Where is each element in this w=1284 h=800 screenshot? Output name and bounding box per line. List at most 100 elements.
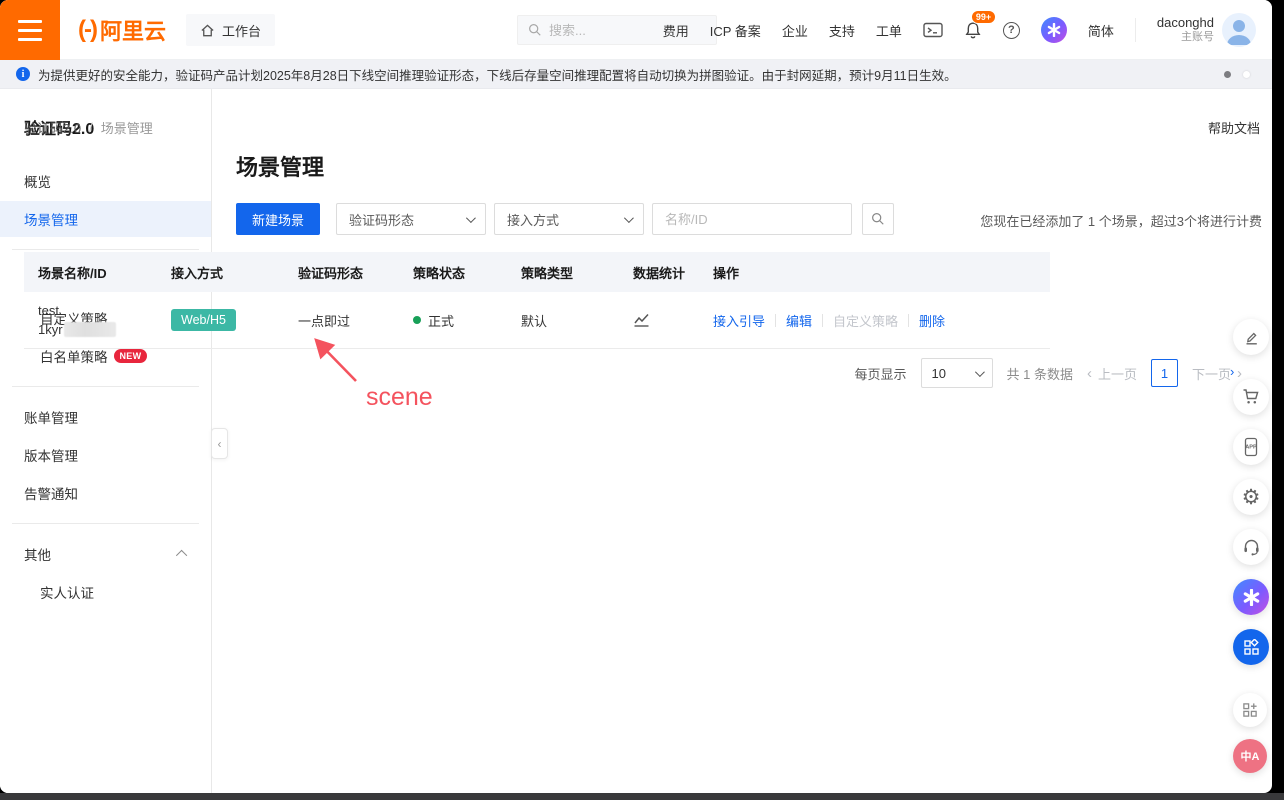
- sidebar-item-version[interactable]: 版本管理: [0, 437, 211, 473]
- hamburger-icon: [18, 20, 42, 23]
- workbench-button[interactable]: 工作台: [186, 14, 275, 46]
- topnav-item-support[interactable]: 支持: [829, 21, 855, 40]
- policy-type-cell: 默认: [521, 292, 547, 348]
- captcha-form-cell: 一点即过: [298, 292, 350, 348]
- pencil-icon: [1243, 329, 1260, 346]
- sidebar-collapse-button[interactable]: ‹: [211, 428, 228, 459]
- gear-icon: ⚙: [1242, 487, 1261, 508]
- chart-icon[interactable]: [633, 312, 650, 328]
- aliyun-logo[interactable]: (-) 阿里云: [78, 0, 166, 60]
- avatar[interactable]: [1222, 13, 1256, 47]
- policy-status-cell: 正式: [413, 292, 454, 348]
- cart-button[interactable]: [1233, 379, 1269, 415]
- table-header-row: 场景名称/ID 接入方式 验证码形态 策略状态 策略类型 数据统计 操作: [24, 252, 1050, 292]
- os-taskbar-strip: [0, 793, 1284, 800]
- hamburger-icon: [18, 29, 42, 32]
- ai-star-icon: [1041, 17, 1067, 43]
- breadcrumb-root[interactable]: 验证码2.0: [24, 118, 81, 137]
- pagination: 每页显示 10 共 1 条数据 ‹ 上一页 1 下一页 ›: [854, 358, 1242, 388]
- page-title: 场景管理: [236, 150, 324, 182]
- user-role: 主账号: [1181, 31, 1214, 45]
- current-page-button[interactable]: 1: [1151, 359, 1178, 387]
- sidebar-divider: [12, 523, 199, 524]
- create-scene-button[interactable]: 新建场景: [236, 203, 320, 235]
- quota-hint-text: 您现在已经添加了 1 个场景，超过3个将进行计费: [980, 211, 1262, 230]
- filter-search-button[interactable]: [862, 203, 894, 235]
- next-page-button[interactable]: 下一页 ›: [1192, 364, 1242, 383]
- help-doc-link[interactable]: 帮助文档: [1208, 118, 1260, 137]
- quick-edit-button[interactable]: [1233, 319, 1269, 355]
- ai-star-icon: [1243, 589, 1260, 606]
- search-icon: [528, 23, 542, 37]
- notifications-button[interactable]: 99+: [964, 21, 982, 40]
- prev-page-button[interactable]: ‹ 上一页: [1087, 364, 1137, 383]
- translate-button[interactable]: 中A: [1233, 739, 1267, 773]
- policy-status-text: 正式: [428, 311, 454, 330]
- account-menu[interactable]: daconghd 主账号: [1157, 13, 1256, 47]
- scene-name: test: [38, 303, 59, 318]
- chevron-down-icon: [624, 213, 634, 223]
- action-delete[interactable]: 删除: [919, 311, 945, 330]
- status-dot-icon: [413, 316, 421, 324]
- topnav-item-ticket[interactable]: 工单: [876, 21, 902, 40]
- breadcrumb-current: 场景管理: [101, 118, 153, 137]
- language-switcher[interactable]: 简体: [1088, 21, 1114, 40]
- workbench-label: 工作台: [222, 21, 261, 40]
- captcha-form-filter-dropdown[interactable]: 验证码形态: [336, 203, 486, 235]
- mobile-app-button[interactable]: APP: [1233, 429, 1269, 465]
- sidebar-item-billing[interactable]: 账单管理: [0, 399, 211, 435]
- new-badge: NEW: [114, 349, 148, 363]
- topnav-item-icp[interactable]: ICP 备案: [710, 21, 761, 40]
- help-button[interactable]: ?: [1003, 22, 1020, 39]
- mini-apps-button[interactable]: [1233, 629, 1269, 665]
- sidebar-item-real-person-auth[interactable]: 实人认证: [0, 574, 211, 610]
- carousel-dot-active[interactable]: [1224, 71, 1231, 78]
- settings-button[interactable]: ⚙: [1233, 479, 1269, 515]
- sidebar-divider: [12, 386, 199, 387]
- chevron-up-icon: [176, 550, 187, 561]
- svg-text:APP: APP: [1245, 445, 1257, 451]
- add-widget-button[interactable]: [1233, 693, 1267, 727]
- access-mode-filter-dropdown[interactable]: 接入方式: [494, 203, 644, 235]
- ai-assistant-button[interactable]: [1041, 17, 1067, 43]
- search-icon: [871, 212, 885, 226]
- actions-cell: 接入引导 编辑 自定义策略 删除: [713, 292, 945, 348]
- cloudshell-button[interactable]: [923, 22, 943, 38]
- info-icon: i: [16, 67, 30, 81]
- user-name: daconghd: [1157, 15, 1214, 31]
- rail-expand-button[interactable]: ›: [1230, 364, 1234, 379]
- annotation-label: scene: [366, 383, 433, 412]
- hamburger-menu-button[interactable]: [0, 0, 60, 60]
- topnav-item-fees[interactable]: 费用: [663, 21, 689, 40]
- col-header-name-id: 场景名称/ID: [38, 252, 107, 292]
- carousel-dot[interactable]: [1243, 71, 1250, 78]
- notification-count-badge: 99+: [971, 10, 996, 24]
- scene-table: 场景名称/ID 接入方式 验证码形态 策略状态 策略类型 数据统计 操作 tes…: [24, 252, 1050, 349]
- sidebar-item-overview[interactable]: 概览: [0, 163, 211, 199]
- action-edit[interactable]: 编辑: [786, 311, 812, 330]
- sidebar-item-alerts[interactable]: 告警通知: [0, 475, 211, 511]
- per-page-select[interactable]: 10: [921, 358, 993, 388]
- sidebar-item-scene-management[interactable]: 场景管理: [0, 201, 211, 237]
- header-divider: [1135, 18, 1136, 42]
- scene-name-id-cell: test 1kyr: [38, 292, 116, 348]
- action-access-guide[interactable]: 接入引导: [713, 311, 765, 330]
- col-header-policy-status: 策略状态: [413, 252, 465, 292]
- scene-id-prefix: 1kyr: [38, 322, 63, 337]
- aliyun-console-window: (-) 阿里云 工作台 费用 ICP 备案 企业 支持 工单: [0, 0, 1272, 793]
- top-header: (-) 阿里云 工作台 费用 ICP 备案 企业 支持 工单: [0, 0, 1272, 60]
- table-row: test 1kyr Web/H5 一点即过 正式 默认: [24, 292, 1050, 349]
- support-button[interactable]: [1233, 529, 1269, 565]
- cart-icon: [1242, 388, 1261, 406]
- sidebar-divider: [12, 249, 199, 250]
- translate-icon: 中A: [1241, 748, 1260, 764]
- data-stats-cell: [633, 292, 650, 348]
- name-id-filter-input[interactable]: [652, 203, 852, 235]
- sidebar-group-other[interactable]: 其他: [0, 536, 211, 572]
- grid-diamond-icon: [1243, 639, 1260, 656]
- action-custom-policy[interactable]: 自定义策略: [833, 311, 898, 330]
- access-mode-cell: Web/H5: [171, 292, 236, 348]
- topnav-item-enterprise[interactable]: 企业: [782, 21, 808, 40]
- ai-assistant-rail-button[interactable]: [1233, 579, 1269, 615]
- breadcrumb: 验证码2.0 / 场景管理: [24, 118, 153, 137]
